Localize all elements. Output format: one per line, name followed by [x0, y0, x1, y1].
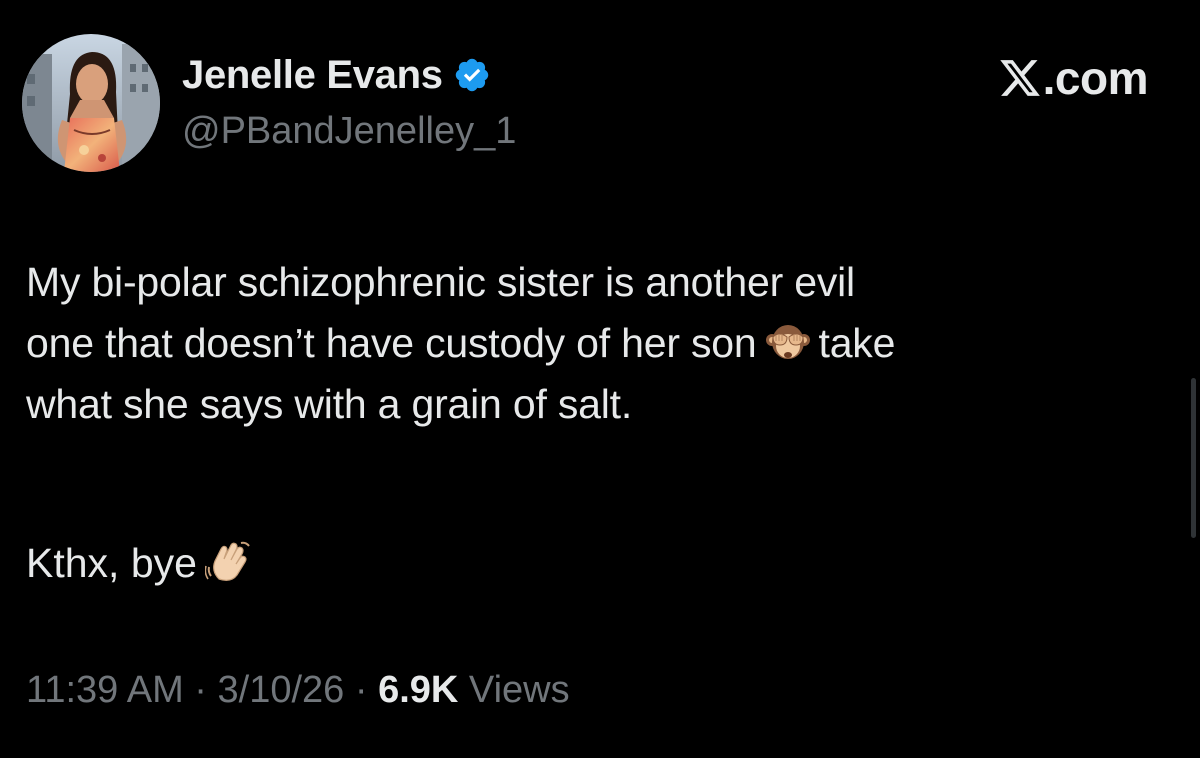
- display-name[interactable]: Jenelle Evans: [182, 53, 443, 98]
- views-label: Views: [458, 669, 570, 711]
- verified-badge-icon[interactable]: [453, 56, 491, 94]
- avatar[interactable]: [22, 34, 160, 172]
- brand-watermark: .com: [998, 50, 1149, 106]
- post-line-2: one that doesn’t have custody of her son…: [26, 313, 1176, 374]
- x-logo-icon: [998, 56, 1042, 100]
- meta-separator: ·: [183, 669, 218, 711]
- post-line-2-tail: take: [818, 320, 896, 366]
- post-line-2-text: one that doesn’t have custody of her son: [26, 320, 757, 366]
- post-meta: 11:39 AM · 3/10/26 · 6.9K Views: [26, 669, 570, 712]
- signoff-text: Kthx, bye: [26, 540, 197, 586]
- tweet-card: Jenelle Evans @PBandJenelley_1 .com My b…: [0, 0, 1200, 758]
- see-no-evil-monkey-icon: [765, 319, 811, 365]
- post-date[interactable]: 3/10/26: [218, 669, 345, 711]
- post-text: My bi-polar schizophrenic sister is anot…: [26, 252, 1176, 435]
- views-count[interactable]: 6.9K: [378, 669, 458, 711]
- post-line-3: what she says with a grain of salt.: [26, 381, 633, 427]
- author-name-row: Jenelle Evans: [182, 50, 491, 100]
- post-line-1: My bi-polar schizophrenic sister is anot…: [26, 259, 855, 305]
- post-time[interactable]: 11:39 AM: [26, 669, 184, 711]
- avatar-photo: [22, 34, 160, 172]
- brand-text: .com: [1042, 52, 1149, 104]
- meta-separator: ·: [344, 669, 379, 711]
- scrollbar[interactable]: [1191, 378, 1196, 538]
- post-signoff: Kthx, bye: [26, 533, 259, 594]
- author-handle[interactable]: @PBandJenelley_1: [182, 110, 516, 153]
- waving-hand-icon: [204, 539, 251, 585]
